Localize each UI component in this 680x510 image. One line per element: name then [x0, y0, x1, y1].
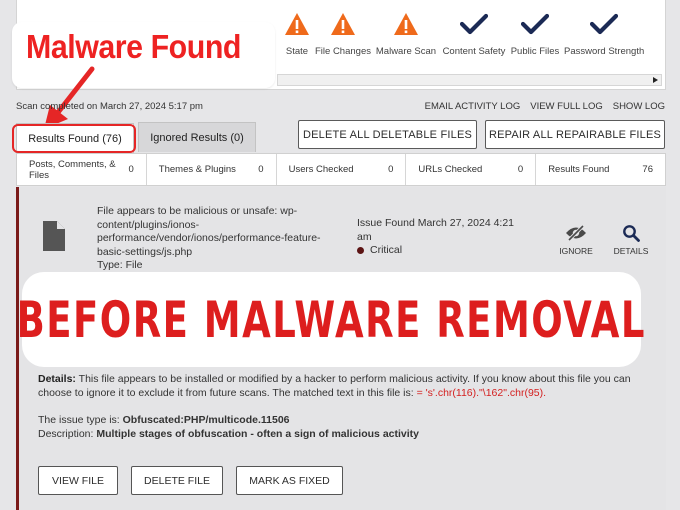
description-row: Description: Multiple stages of obfuscat… [38, 428, 650, 442]
details-heading: Details: [38, 373, 76, 385]
issue-type-value: Obfuscated:PHP/multicode.11506 [122, 414, 290, 426]
view-file-button[interactable]: VIEW FILE [38, 466, 118, 495]
issue-found-info: Issue Found March 27, 2024 4:21 am Criti… [357, 217, 517, 258]
severity-label: Critical [370, 244, 403, 256]
scroll-right-icon[interactable] [653, 77, 658, 83]
matched-text: = 's'.chr(116)."\162".chr(95). [416, 386, 547, 399]
stat-posts-comments-files: Posts, Comments, & Files 0 [17, 154, 147, 185]
log-links: EMAIL ACTIVITY LOG VIEW FULL LOG SHOW LO… [425, 101, 665, 112]
stat-label: Themes & Plugins [158, 164, 236, 175]
stat-value: 0 [128, 164, 134, 175]
stage-password-strength: Password Strength [564, 6, 644, 57]
stat-users-checked: Users Checked 0 [277, 154, 407, 185]
issue-found-date: Issue Found March 27, 2024 4:21 am [357, 217, 515, 243]
stat-label: Results Found [548, 164, 610, 175]
details-button[interactable]: DETAILS [606, 220, 656, 256]
before-malware-removal-banner: BEFORE MALWARE REMOVAL [17, 272, 645, 367]
stat-label: Posts, Comments, & Files [29, 158, 116, 181]
details-label: DETAILS [613, 246, 649, 256]
stat-value: 0 [258, 164, 264, 175]
issue-type-block: The issue type is: Obfuscated:PHP/multic… [38, 414, 650, 441]
checkmark-icon [564, 6, 644, 42]
eye-slash-icon [551, 220, 601, 246]
stat-value: 76 [642, 164, 653, 175]
severity-badge: Critical [357, 244, 517, 258]
delete-file-button[interactable]: DELETE FILE [131, 466, 223, 495]
file-icon [43, 221, 65, 251]
stage-label: Password Strength [564, 46, 645, 57]
view-full-log-link[interactable]: VIEW FULL LOG [530, 101, 603, 112]
stat-value: 0 [388, 164, 394, 175]
description-value: Multiple stages of obfuscation - often a… [96, 427, 419, 440]
stage-label: Public Files [510, 46, 560, 57]
repair-all-repairable-files-button[interactable]: REPAIR ALL REPAIRABLE FILES [485, 120, 665, 149]
banner-text: BEFORE MALWARE REMOVAL [16, 290, 647, 349]
mark-as-fixed-button[interactable]: MARK AS FIXED [236, 466, 343, 495]
tab-highlight-annotation [12, 124, 136, 153]
ignore-label: IGNORE [559, 246, 593, 256]
scan-stats-bar: Posts, Comments, & Files 0 Themes & Plug… [16, 153, 666, 186]
issue-type-row: The issue type is: Obfuscated:PHP/multic… [38, 414, 650, 428]
stat-results-found: Results Found 76 [536, 154, 665, 185]
tab-ignored-results[interactable]: Ignored Results (0) [138, 122, 256, 152]
issue-type-label: The issue type is: [38, 414, 120, 426]
email-activity-log-link[interactable]: EMAIL ACTIVITY LOG [425, 101, 521, 112]
stat-label: Users Checked [288, 164, 354, 175]
ignore-button[interactable]: IGNORE [551, 220, 601, 256]
magnifier-icon [606, 220, 656, 246]
stat-themes-plugins: Themes & Plugins 0 [147, 154, 277, 185]
stat-value: 0 [517, 164, 524, 175]
stat-urls-checked: URLs Checked 0 [406, 154, 537, 185]
issue-details: Details: This file appears to be install… [38, 373, 650, 400]
issue-description: File appears to be malicious or unsafe: … [97, 205, 342, 273]
delete-all-deletable-files-button[interactable]: DELETE ALL DELETABLE FILES [298, 120, 477, 149]
description-label: Description: [38, 427, 94, 440]
stage-public-files: Public Files [495, 6, 575, 57]
show-log-link[interactable]: SHOW LOG [613, 101, 665, 112]
scan-complete-text: Scan completed on March 27, 2024 5:17 pm [16, 101, 203, 112]
issue-description-text: File appears to be malicious or unsafe: … [97, 205, 321, 258]
callout-text: Malware Found [26, 28, 241, 65]
checkmark-icon [495, 6, 575, 42]
issue-type-line: Type: File [97, 259, 143, 271]
horizontal-scrollbar[interactable] [277, 74, 662, 86]
stat-label: URLs Checked [418, 164, 483, 175]
critical-dot-icon [357, 246, 364, 254]
